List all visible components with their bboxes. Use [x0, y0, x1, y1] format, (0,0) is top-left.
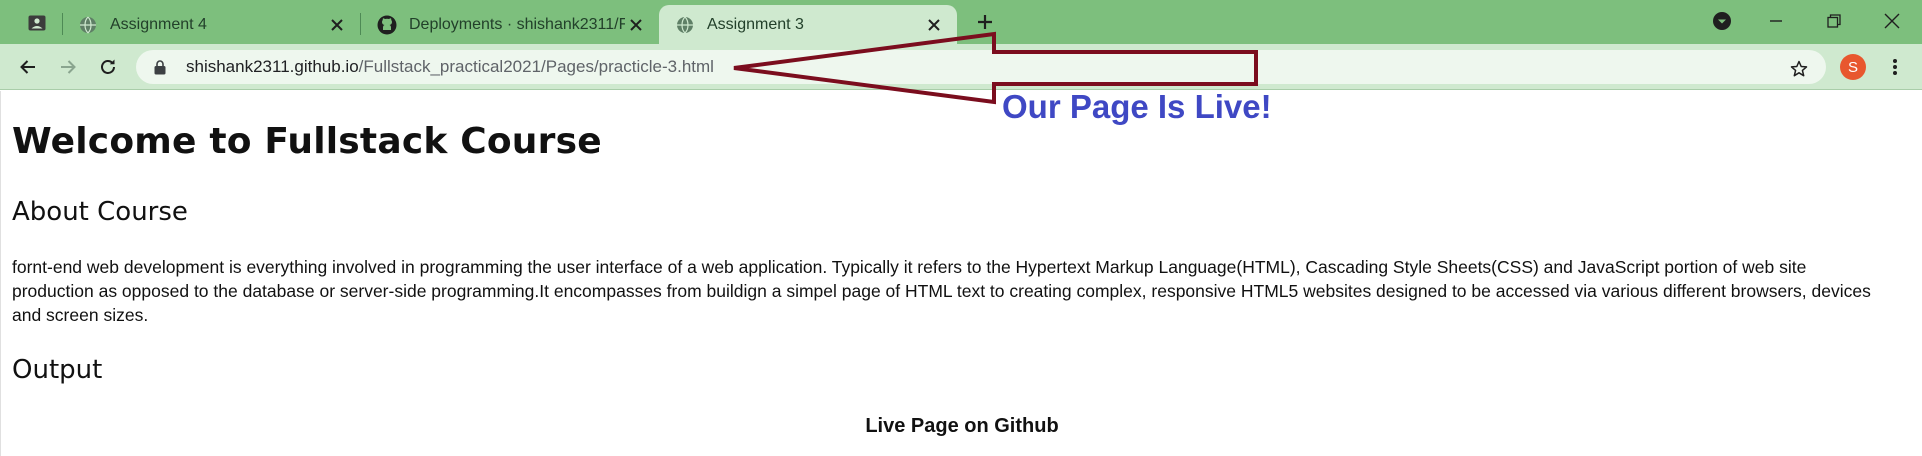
reload-icon: [101, 59, 115, 74]
tab-assignment-3[interactable]: Assignment 3: [659, 5, 957, 44]
profile-icon: [28, 15, 46, 31]
tab-title: Assignment 4: [110, 15, 207, 33]
chevron-down-icon: [1713, 12, 1731, 30]
forward-button[interactable]: [53, 52, 83, 82]
live-page-label: Live Page on Github: [865, 415, 1059, 437]
close-icon[interactable]: [625, 14, 647, 36]
tab-assignment-4[interactable]: Assignment 4: [62, 5, 360, 44]
close-window-button[interactable]: [1872, 6, 1912, 36]
back-button[interactable]: [13, 52, 43, 82]
plus-icon: [978, 15, 992, 29]
tab-search-button[interactable]: [1702, 6, 1742, 36]
restore-button[interactable]: [1814, 6, 1854, 36]
arrow-right-icon: [61, 60, 76, 74]
page-title: Welcome to Fullstack Course: [12, 121, 602, 162]
bookmark-button[interactable]: [1788, 58, 1810, 80]
url-host: shishank2311.github.io: [186, 57, 359, 76]
github-icon: [377, 15, 397, 35]
tab-strip: Assignment 4 Deployments · shishank2311/…: [0, 0, 1922, 44]
restore-icon: [1827, 14, 1841, 28]
tab-deployments[interactable]: Deployments · shishank2311/Full: [361, 5, 659, 44]
close-icon: [1884, 13, 1900, 29]
url-path: /Fullstack_practical2021/Pages/practicle…: [358, 57, 714, 76]
close-icon[interactable]: [326, 14, 348, 36]
tab-title: Deployments · shishank2311/Full: [409, 15, 625, 33]
lock-icon: [154, 58, 172, 76]
tab-title: Assignment 3: [707, 15, 804, 33]
arrow-left-icon: [20, 60, 35, 74]
output-heading: Output: [12, 355, 103, 385]
page-content: Welcome to Fullstack Course About Course…: [0, 91, 1922, 456]
more-vertical-icon: [1893, 59, 1897, 75]
globe-icon: [675, 15, 695, 35]
about-paragraph: fornt-end web development is everything …: [12, 257, 1871, 325]
annotation-label: Our Page Is Live!: [1002, 88, 1272, 125]
avatar[interactable]: S: [1840, 54, 1866, 80]
minimize-icon: [1770, 20, 1782, 22]
about-heading: About Course: [12, 197, 188, 227]
address-bar[interactable]: shishank2311.github.io/Fullstack_practic…: [136, 50, 1826, 84]
new-tab-button[interactable]: [972, 9, 998, 35]
profile-menu-button[interactable]: [14, 9, 60, 37]
minimize-button[interactable]: [1756, 6, 1796, 36]
browser-toolbar: shishank2311.github.io/Fullstack_practic…: [0, 44, 1922, 90]
star-icon: [1790, 60, 1808, 77]
close-icon[interactable]: [923, 14, 945, 36]
browser-menu-button[interactable]: [1884, 56, 1906, 78]
globe-icon: [78, 15, 98, 35]
reload-button[interactable]: [93, 52, 123, 82]
